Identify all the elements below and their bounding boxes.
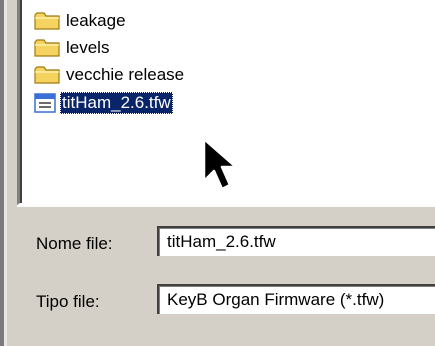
filename-input[interactable]: titHam_2.6.tfw bbox=[157, 226, 435, 256]
list-item-selected-file[interactable]: titHam_2.6.tfw bbox=[34, 90, 173, 116]
list-item-label: leakage bbox=[66, 11, 126, 30]
file-icon bbox=[34, 92, 56, 114]
folder-icon bbox=[34, 65, 61, 85]
filetype-label: Tipo file: bbox=[36, 292, 100, 311]
list-item-label: vecchie release bbox=[66, 65, 185, 84]
folder-icon bbox=[34, 38, 61, 58]
mouse-pointer-icon bbox=[202, 137, 238, 191]
window-edge-highlight bbox=[4, 0, 7, 346]
list-border bbox=[17, 205, 435, 207]
folder-icon bbox=[34, 11, 61, 31]
filename-label: Nome file: bbox=[36, 234, 113, 253]
filetype-select[interactable]: KeyB Organ Firmware (*.tfw) bbox=[157, 284, 435, 314]
list-item-label: titHam_2.6.tfw bbox=[60, 92, 173, 114]
list-item-leakage[interactable]: leakage bbox=[34, 8, 128, 34]
list-item-levels[interactable]: levels bbox=[34, 35, 111, 61]
file-open-dialog: leakage levels vecchie release titHam_2.… bbox=[0, 0, 435, 346]
list-item-label: levels bbox=[66, 38, 110, 57]
list-item-vecchie-release[interactable]: vecchie release bbox=[34, 62, 186, 88]
